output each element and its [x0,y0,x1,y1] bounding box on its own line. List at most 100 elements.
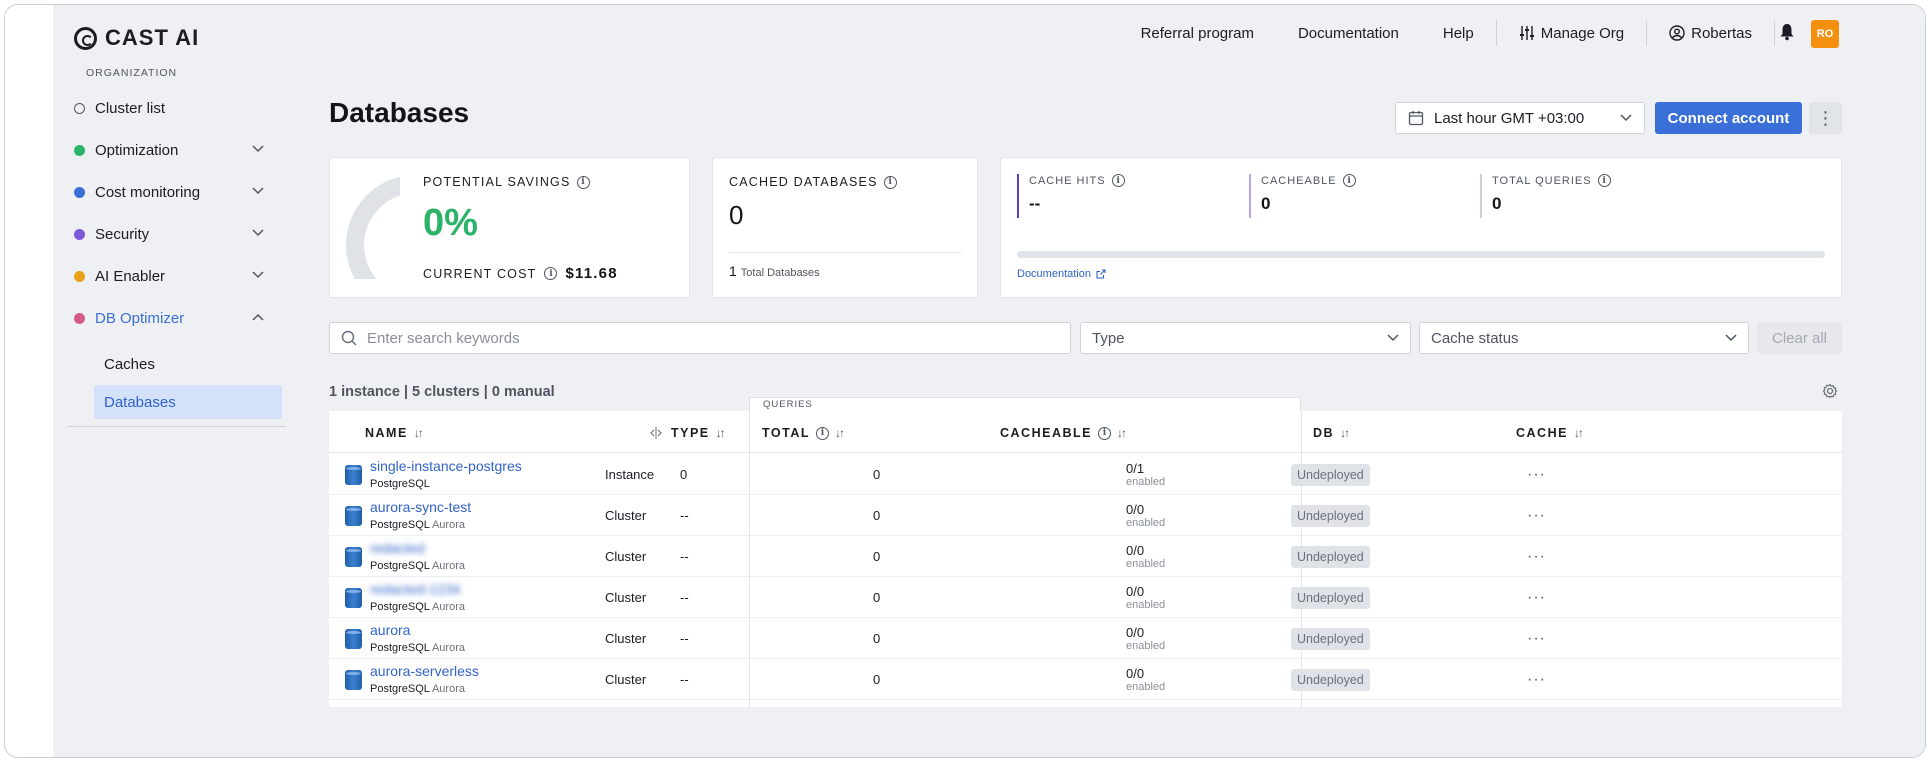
name-block: aurora PostgreSQL Aurora [370,622,465,655]
cacheable-column-header[interactable]: CACHEABLE i ↓↑ [1000,426,1127,440]
type-column-header[interactable]: TYPE ↓↑ [671,426,726,440]
sidebar-item-ai-enabler[interactable]: AI Enabler [74,259,274,293]
bell-icon[interactable] [1779,23,1795,41]
sidebar-item-label: Cluster list [95,99,166,117]
info-icon[interactable]: i [544,267,558,280]
more-icon[interactable]: ··· [1527,671,1546,689]
chevron-down-icon[interactable] [252,187,264,197]
type-cell: Instance [605,467,655,482]
more-icon[interactable]: ··· [1527,466,1546,484]
search-input[interactable] [367,329,1059,347]
type-filter-select[interactable]: Type [1080,322,1411,354]
documentation-link[interactable]: Documentation [1276,25,1421,42]
referral-program-link[interactable]: Referral program [1119,25,1276,42]
table-row[interactable]: single-instance-postgres PostgreSQL Insta… [329,454,1842,495]
user-icon [1669,25,1685,41]
avatar[interactable]: RO [1811,20,1839,48]
table-row[interactable]: aurora-serverless PostgreSQL Aurora Cluste… [329,659,1842,700]
date-range-select[interactable]: Last hour GMT +03:00 [1395,102,1645,134]
documentation-link[interactable]: Documentation [1017,268,1106,280]
db-enabled-label: enabled [1126,598,1166,611]
row-menu[interactable]: ··· [1527,659,1546,700]
info-icon[interactable]: i [1597,174,1611,187]
sidebar-item-cost-monitoring[interactable]: Cost monitoring [74,175,274,209]
engine-label: PostgreSQL [370,478,430,490]
connect-account-button[interactable]: Connect account [1655,102,1802,134]
brand-logo[interactable]: CAST AI [74,25,199,51]
cacheable-cell: 0 [873,549,881,564]
row-menu[interactable]: ··· [1527,618,1546,659]
info-icon[interactable]: i [883,175,897,189]
db-enabled-label: enabled [1126,557,1166,570]
name-column-header[interactable]: NAME ↓↑ [365,426,424,440]
top-navigation: Referral program Documentation Help Mana… [1119,20,1835,46]
more-icon[interactable]: ··· [1527,507,1546,525]
db-cell: 0/1 enabled [1126,454,1165,495]
potential-savings-title: POTENTIAL SAVINGS [423,175,571,189]
sidebar-item-security[interactable]: Security [74,217,274,251]
manage-org-link[interactable]: Manage Org [1497,25,1646,42]
search-box[interactable] [329,322,1071,354]
sort-icon[interactable]: ↓↑ [1574,426,1584,440]
info-icon[interactable]: i [576,175,590,189]
more-icon[interactable]: ··· [1527,548,1546,566]
table-row[interactable]: redacted-1234 PostgreSQL Aurora Cluster -- 0… [329,577,1842,618]
cache-status-filter-select[interactable]: Cache status [1419,322,1749,354]
row-menu[interactable]: ··· [1527,454,1546,495]
more-icon[interactable]: ··· [1527,589,1546,607]
sidebar-subitem-caches[interactable]: Caches [94,347,282,381]
db-enabled-label: enabled [1126,516,1166,529]
table-row[interactable]: redacted PostgreSQL Aurora Cluster -- 0 0/0 en… [329,536,1842,577]
database-name-link[interactable]: aurora-sync-test [370,499,471,516]
more-icon[interactable]: ··· [1527,630,1546,648]
sort-icon[interactable]: ↓↑ [1340,426,1350,440]
sort-icon[interactable]: ↓↑ [1117,426,1127,440]
sort-icon[interactable]: ↓↑ [414,426,424,440]
sidebar-item-cluster-list[interactable]: Cluster list [74,91,274,125]
help-link[interactable]: Help [1421,25,1496,42]
chevron-down-icon[interactable] [252,229,264,239]
info-icon[interactable]: i [1111,174,1125,187]
database-name-link[interactable]: single-instance-postgres [370,458,522,475]
row-menu[interactable]: ··· [1527,495,1546,536]
column-label: TOTAL [762,426,811,440]
total-column-header[interactable]: TOTAL i ↓↑ [762,426,845,440]
info-icon[interactable]: i [816,426,830,440]
sort-icon[interactable]: ↓↑ [835,426,845,440]
database-name-link[interactable]: aurora-serverless [370,663,479,680]
metric-label: CACHE HITS [1029,174,1106,187]
gear-icon[interactable] [1822,383,1838,399]
chevron-down-icon[interactable] [252,271,264,281]
db-count: 0/0 [1126,665,1145,681]
database-name-link[interactable]: redacted [370,540,465,557]
cached-databases-card: CACHED DATABASES i 0 1 Total Databases [712,157,978,298]
column-resize-icon[interactable] [649,427,663,439]
sidebar-subitem-databases[interactable]: Databases [94,385,282,419]
sort-icon[interactable]: ↓↑ [716,426,726,440]
info-icon[interactable]: i [1097,426,1111,440]
row-menu[interactable]: ··· [1527,577,1546,618]
sidebar-item-label: Optimization [95,141,179,159]
database-name-link[interactable]: aurora [370,622,465,639]
user-menu[interactable]: Robertas [1647,25,1774,42]
type-cell: Cluster [605,508,647,523]
manage-org-label: Manage Org [1540,24,1625,42]
clear-all-button[interactable]: Clear all [1757,322,1842,354]
db-column-header[interactable]: DB ↓↑ [1313,426,1350,440]
sidebar-item-label: DB Optimizer [95,309,185,327]
db-enabled-label: enabled [1126,475,1166,488]
more-options-button[interactable]: ⋮ [1809,102,1842,134]
database-name-link[interactable]: redacted-1234 [370,581,465,598]
row-menu[interactable]: ··· [1527,536,1546,577]
column-label: CACHE [1516,426,1568,440]
chevron-down-icon[interactable] [252,145,264,155]
status-badge: Undeployed [1291,586,1370,609]
table-row[interactable]: aurora PostgreSQL Aurora Cluster -- 0 0/0 enab… [329,618,1842,659]
info-icon[interactable]: i [1342,174,1356,187]
potential-savings-value: 0% [423,202,478,244]
sidebar-item-db-optimizer[interactable]: DB Optimizer [74,301,274,335]
chevron-up-icon[interactable] [252,313,264,323]
cache-column-header[interactable]: CACHE ↓↑ [1516,426,1584,440]
sidebar-item-optimization[interactable]: Optimization [74,133,274,167]
table-row[interactable]: aurora-sync-test PostgreSQL Aurora Cluster… [329,495,1842,536]
